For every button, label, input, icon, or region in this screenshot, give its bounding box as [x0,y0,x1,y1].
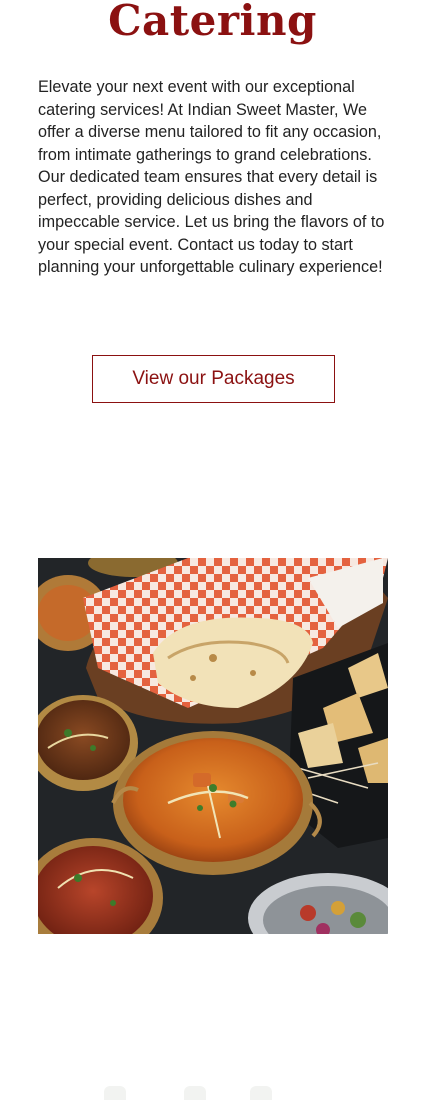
catering-food-photo [38,558,388,934]
catering-description: Elevate your next event with our excepti… [38,78,385,276]
next-section-peek [0,1086,425,1100]
view-packages-button[interactable]: View our Packages [92,355,335,403]
section-title: Catering [108,0,317,45]
